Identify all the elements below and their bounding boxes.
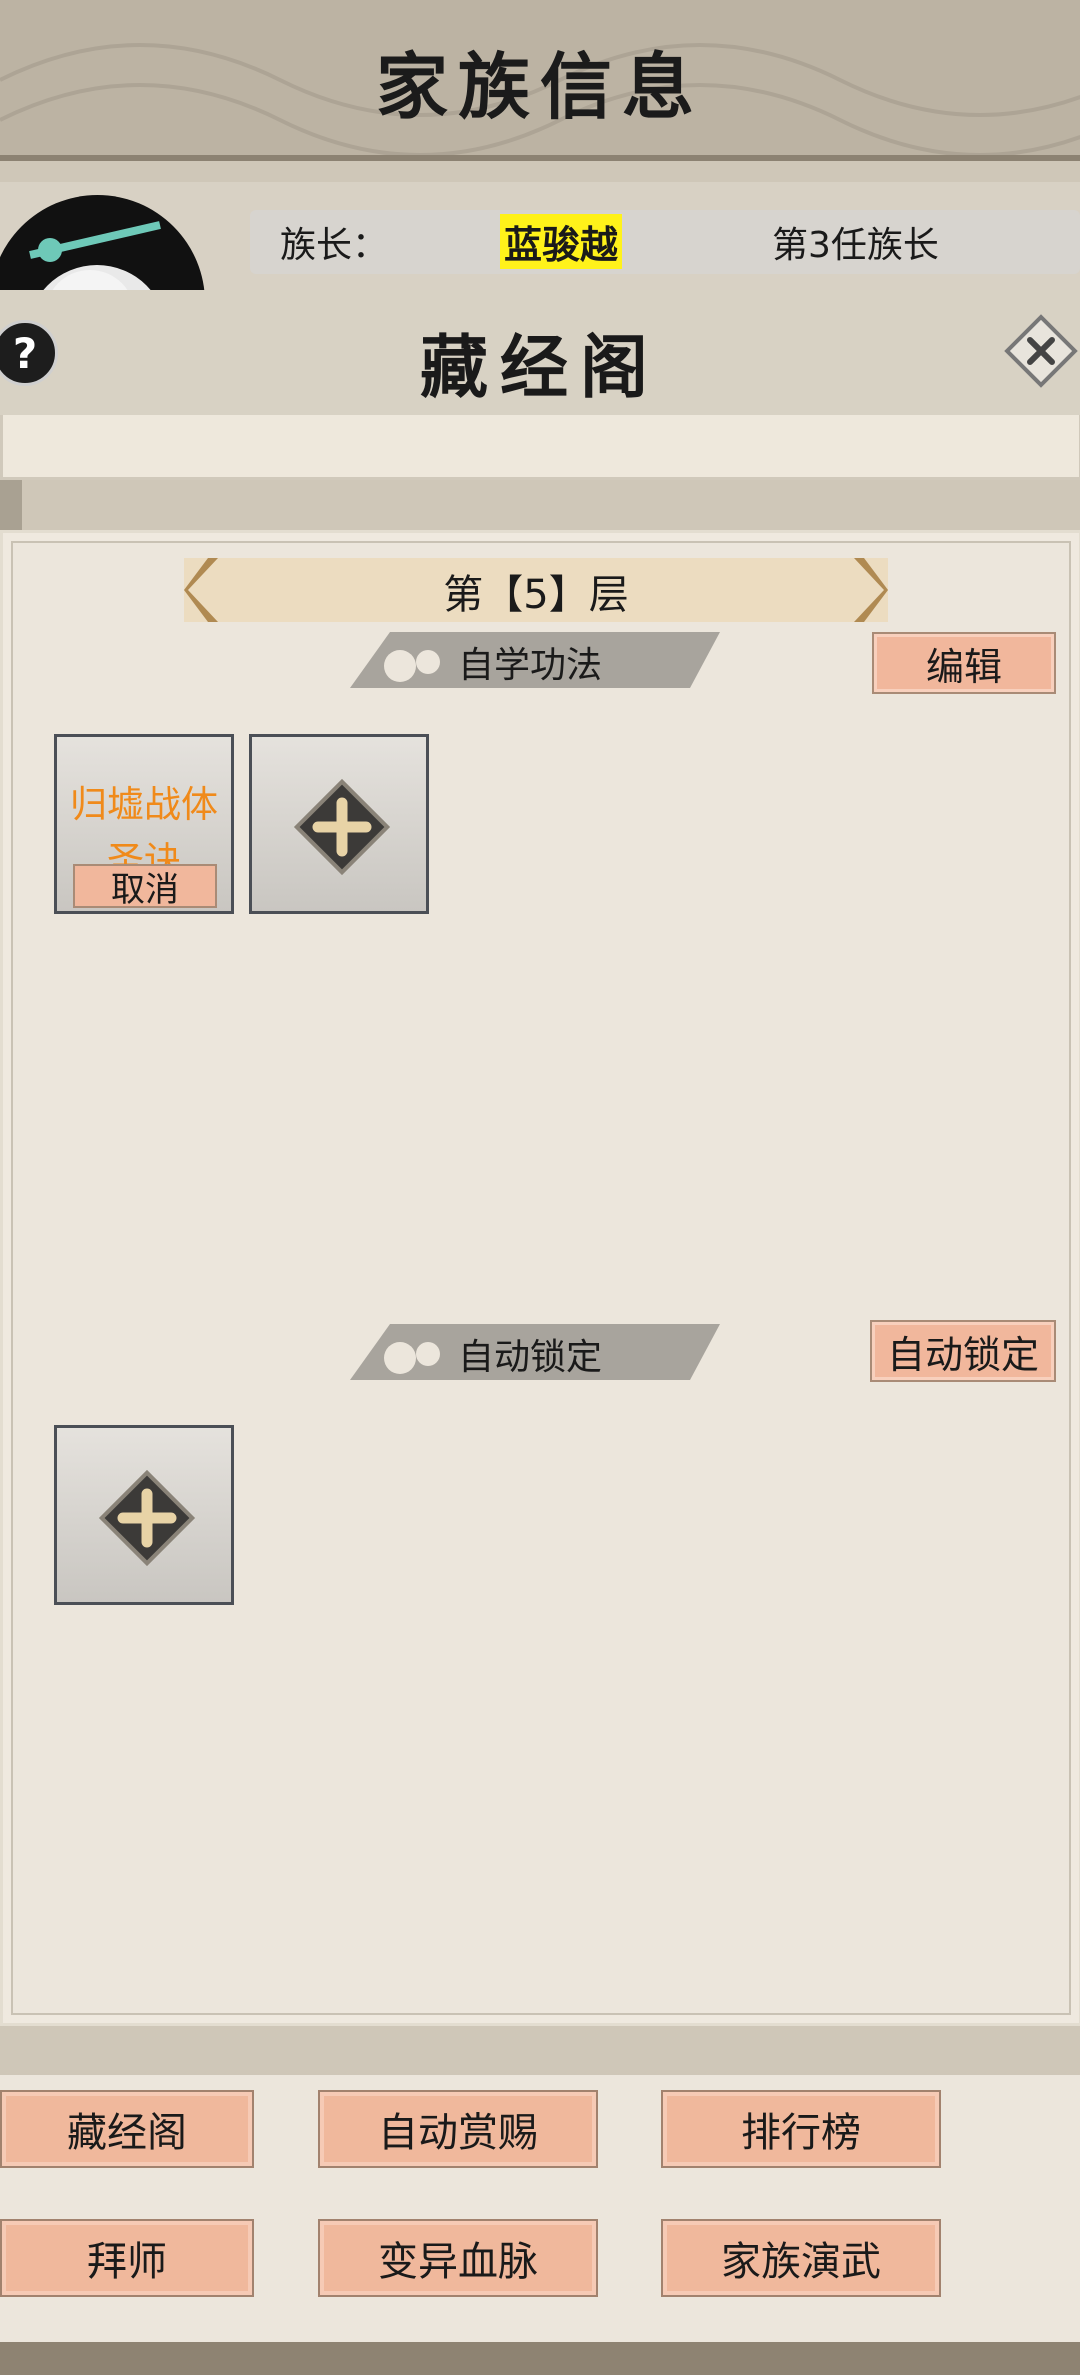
cancel-button[interactable]: 取消: [73, 864, 217, 910]
modal-title: 藏经阁: [419, 328, 660, 408]
self-study-heading: 自学功法: [458, 645, 603, 686]
auto-reward-button[interactable]: 自动赏赐: [318, 2090, 598, 2168]
auto-lock-heading: 自动锁定: [458, 1337, 603, 1378]
leader-label: 族长：: [280, 225, 389, 266]
add-plus-icon: [293, 778, 391, 876]
library-button[interactable]: 藏经阁: [0, 2090, 254, 2168]
ranking-button[interactable]: 排行榜: [661, 2090, 941, 2168]
add-skill-slot[interactable]: [249, 734, 429, 914]
leader-name: 蓝骏越: [500, 214, 623, 269]
floor-label: 第【5】层: [443, 572, 629, 618]
family-header: 家族信息: [0, 0, 1080, 161]
family-martial-button[interactable]: 家族演武: [661, 2219, 941, 2297]
add-lock-slot[interactable]: [54, 1425, 234, 1605]
edit-button[interactable]: 编辑: [872, 632, 1056, 694]
modal-header-panel: [0, 415, 1080, 480]
add-plus-icon: [98, 1469, 196, 1567]
footer-decoration: [0, 2342, 1080, 2375]
leader-rank: 第3任族长: [772, 225, 939, 266]
auto-lock-button[interactable]: 自动锁定: [870, 1320, 1056, 1382]
mutant-bloodline-button[interactable]: 变异血脉: [318, 2219, 598, 2297]
close-button[interactable]: [1000, 310, 1080, 392]
skill-slot[interactable]: 归墟战体圣诀 取消: [54, 734, 234, 914]
page-title: 家族信息: [375, 44, 704, 129]
close-icon: [1004, 314, 1078, 388]
apprentice-button[interactable]: 拜师: [0, 2219, 254, 2297]
question-mark-icon: ?: [12, 328, 38, 378]
